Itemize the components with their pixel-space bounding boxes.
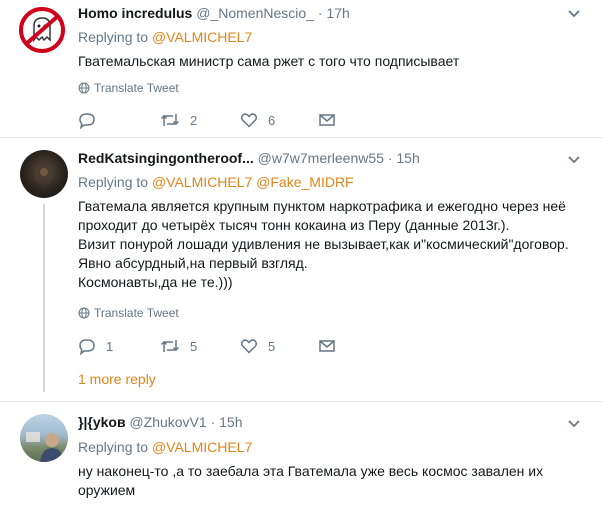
- translate-tweet-button[interactable]: Translate Tweet: [78, 305, 179, 321]
- envelope-icon: [319, 340, 335, 352]
- avatar[interactable]: [20, 150, 68, 198]
- tweet-text-line: ну наконец-то ,а то заебала эта Гватемал…: [78, 463, 544, 479]
- reply-button[interactable]: 1: [78, 336, 113, 356]
- replying-to-label: Replying to: [78, 439, 149, 455]
- timestamp[interactable]: 15h: [219, 414, 242, 430]
- heart-icon: [240, 339, 258, 354]
- retweet-button[interactable]: 2: [160, 110, 197, 130]
- mention-link-2[interactable]: @Fake_MIDRF: [256, 174, 353, 190]
- tweet-actions: 2 6: [78, 110, 378, 130]
- tweet[interactable]: }|{ykoв @ZhukovV1 · 15h Replying to @VAL…: [0, 402, 603, 507]
- more-replies-link[interactable]: 1 more reply: [78, 371, 156, 387]
- reply-icon: [79, 113, 95, 129]
- thread-line: [43, 204, 45, 392]
- tweet-text: Гватемальская министр сама ржет с того ч…: [78, 52, 578, 71]
- replying-to: Replying to @VALMICHEL7: [78, 28, 252, 46]
- ghost-logo-icon: [19, 7, 65, 53]
- tweet-text-line: Визит понурой лошади удивления не вызыва…: [78, 236, 569, 252]
- tweet[interactable]: Homo incredulus @_NomenNescio_ · 17h Rep…: [0, 0, 603, 137]
- tweet-text: Гватемала является крупным пунктом нарко…: [78, 197, 578, 292]
- mention-link[interactable]: @VALMICHEL7: [152, 174, 252, 190]
- like-button[interactable]: 5: [240, 336, 275, 356]
- mention-link[interactable]: @VALMICHEL7: [152, 29, 252, 45]
- chevron-down-icon[interactable]: [567, 9, 581, 19]
- avatar[interactable]: [18, 6, 66, 54]
- photo-avatar-icon: [34, 164, 54, 184]
- tweet-text: ну наконец-то ,а то заебала эта Гватемал…: [78, 462, 578, 500]
- retweet-button[interactable]: 5: [160, 336, 197, 356]
- user-handle[interactable]: @w7w7merleenw55: [258, 150, 384, 166]
- retweet-count: 5: [190, 338, 198, 354]
- tweet-text-line: проходит до четырёх тысяч тонн кокаина и…: [78, 217, 510, 233]
- reply-icon: [79, 339, 95, 355]
- tweet-text-line: Явно абсурдный,на первый взгляд.: [78, 255, 308, 271]
- user-handle[interactable]: @_NomenNescio_: [196, 5, 314, 21]
- reply-count: 1: [106, 338, 114, 354]
- replying-to: Replying to @VALMICHEL7: [78, 438, 252, 456]
- separator-dot: ·: [387, 150, 393, 166]
- tweet-text-line: Космонавты,да не те.))): [78, 274, 233, 290]
- timestamp[interactable]: 17h: [326, 5, 349, 21]
- globe-icon: [78, 82, 90, 94]
- tweet-text-line: Гватемальская министр сама ржет с того ч…: [78, 53, 460, 69]
- tweet-header: }|{ykoв @ZhukovV1 · 15h: [78, 413, 243, 431]
- tweet-text-line: Гватемала является крупным пунктом нарко…: [78, 198, 566, 214]
- envelope-icon: [319, 114, 335, 126]
- globe-icon: [78, 307, 90, 319]
- timestamp[interactable]: 15h: [396, 150, 419, 166]
- display-name[interactable]: RedKatsingingontheroof...: [78, 150, 254, 166]
- retweet-icon: [160, 114, 180, 126]
- like-count: 6: [268, 112, 276, 128]
- direct-message-button[interactable]: [318, 110, 336, 130]
- user-handle[interactable]: @ZhukovV1: [129, 414, 206, 430]
- retweet-icon: [160, 340, 180, 352]
- translate-tweet-button[interactable]: Translate Tweet: [78, 80, 179, 96]
- person-photo-icon: [26, 432, 64, 462]
- reply-button[interactable]: [78, 110, 106, 130]
- tweet[interactable]: RedKatsingingontheroof... @w7w7merleenw5…: [0, 138, 603, 400]
- separator-dot: ·: [210, 414, 216, 430]
- heart-icon: [240, 113, 258, 128]
- tweet-header: Homo incredulus @_NomenNescio_ · 17h: [78, 4, 350, 22]
- tweet-actions: 1 5 5: [78, 336, 378, 356]
- separator-dot: ·: [317, 5, 323, 21]
- like-button[interactable]: 6: [240, 110, 275, 130]
- chevron-down-icon[interactable]: [567, 155, 581, 165]
- translate-label: Translate Tweet: [94, 306, 179, 320]
- tweet-text-line: оружием: [78, 482, 136, 498]
- display-name[interactable]: }|{ykoв: [78, 414, 126, 430]
- tweet-header: RedKatsingingontheroof... @w7w7merleenw5…: [78, 149, 420, 167]
- direct-message-button[interactable]: [318, 336, 336, 356]
- avatar[interactable]: [20, 414, 68, 462]
- chevron-down-icon[interactable]: [567, 419, 581, 429]
- replying-to: Replying to @VALMICHEL7 @Fake_MIDRF: [78, 173, 354, 191]
- like-count: 5: [268, 338, 276, 354]
- translate-label: Translate Tweet: [94, 81, 179, 95]
- display-name[interactable]: Homo incredulus: [78, 5, 192, 21]
- replying-to-label: Replying to: [78, 174, 149, 190]
- retweet-count: 2: [190, 112, 198, 128]
- replying-to-label: Replying to: [78, 29, 149, 45]
- mention-link[interactable]: @VALMICHEL7: [152, 439, 252, 455]
